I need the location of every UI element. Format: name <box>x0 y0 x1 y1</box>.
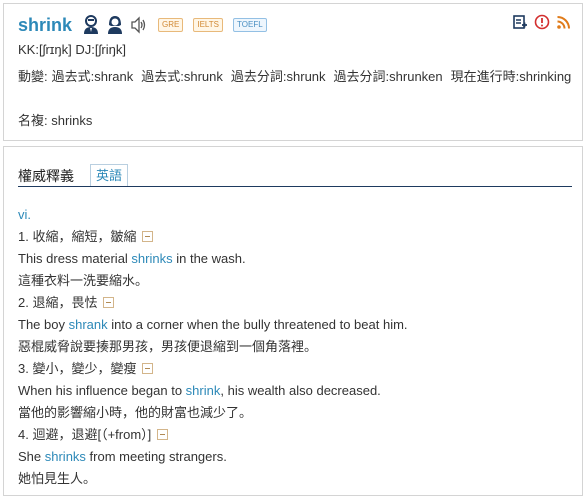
wordbook-add-icon[interactable] <box>512 14 528 33</box>
example-keyword: shrink <box>185 383 221 398</box>
collapse-icon[interactable] <box>142 231 154 243</box>
example-translation: 她怕見生人。 <box>18 471 97 486</box>
sense-heading-text: 1. 收縮，縮短，皺縮 <box>18 229 137 244</box>
verb-form-item: 過去式:shrank <box>51 69 134 84</box>
authoritative-definition-title: 權威釋義 <box>18 168 74 184</box>
example-keyword: shrank <box>68 317 108 332</box>
sense-heading-text: 4. 迴避，退避[（+from）] <box>18 427 152 442</box>
verb-form-item: 過去分詞:shrunk <box>230 69 326 84</box>
speaker-icon[interactable] <box>130 16 148 34</box>
sense-heading-text: 3. 變小，變少，變瘦 <box>18 361 137 376</box>
example-translation: 這種衣料一洗要縮水。 <box>18 273 149 288</box>
verb-forms-label: 動變: <box>18 69 48 84</box>
female-voice-icon[interactable] <box>106 15 124 35</box>
example-sentence: When his influence began to shrink, his … <box>18 380 572 402</box>
part-of-speech: vi. <box>18 207 31 222</box>
alert-icon[interactable] <box>534 14 550 33</box>
example-translation: 當他的影響縮小時，他的財富也減少了。 <box>18 405 253 420</box>
kk-phonetic: KK:[ʃrɪŋk] <box>18 42 72 57</box>
definition-tabs: 權威釋義 英語 <box>18 164 572 187</box>
headword-row: shrink GRE IELTS TOEFL <box>18 12 277 38</box>
pronunciation: KK:[ʃrɪŋk] DJ:[ʃriŋk] <box>18 42 126 57</box>
sense-heading: 4. 迴避，退避[（+from）] <box>18 424 572 446</box>
example-text: in the wash. <box>172 251 246 266</box>
tag-gre: GRE <box>158 18 184 32</box>
male-voice-icon[interactable] <box>82 15 100 35</box>
example-text: She <box>18 449 45 464</box>
example-sentence: The boy shrank into a corner when the bu… <box>18 314 572 336</box>
sense-heading: 2. 退縮，畏怯 <box>18 292 572 314</box>
collapse-icon[interactable] <box>103 297 115 309</box>
verb-form-item: 過去式:shrunk <box>141 69 223 84</box>
sense-heading: 1. 收縮，縮短，皺縮 <box>18 226 572 248</box>
verb-form-item: 現在進行時:shrinking <box>450 69 572 84</box>
example-keyword: shrinks <box>44 449 86 464</box>
dj-phonetic: DJ:[ʃriŋk] <box>75 42 126 57</box>
tag-ielts: IELTS <box>193 18 224 32</box>
sense-heading: 3. 變小，變少，變瘦 <box>18 358 572 380</box>
headword: shrink <box>18 14 73 35</box>
example-text: The boy <box>18 317 69 332</box>
tab-english[interactable]: 英語 <box>90 164 129 186</box>
verb-form-item: 過去分詞:shrunken <box>333 69 443 84</box>
example-text: , his wealth also decreased. <box>220 383 381 398</box>
example-text: This dress material <box>18 251 132 266</box>
collapse-icon[interactable] <box>142 363 154 375</box>
verb-forms: 動變: 過去式:shrank 過去式:shrunk 過去分詞:shrunk 過去分詞:s… <box>18 66 579 85</box>
example-translation: 惡棍威脅說要揍那男孩，男孩便退縮到一個角落裡。 <box>18 339 318 354</box>
collapse-icon[interactable] <box>157 429 169 441</box>
tag-toefl: TOEFL <box>233 18 267 32</box>
rss-icon[interactable] <box>556 15 571 33</box>
example-text: from meeting strangers. <box>85 449 227 464</box>
definition-list: vi. 1. 收縮，縮短，皺縮 This dress material shri… <box>18 204 572 490</box>
sense-heading-text: 2. 退縮，畏怯 <box>18 295 98 310</box>
example-text: When his influence began to <box>18 383 186 398</box>
example-sentence: This dress material shrinks in the wash. <box>18 248 572 270</box>
plural-form: 名複: shrinks <box>18 113 93 128</box>
example-text: into a corner when the bully threatened … <box>107 317 408 332</box>
example-sentence: She shrinks from meeting strangers. <box>18 446 572 468</box>
example-keyword: shrinks <box>131 251 173 266</box>
header-actions <box>506 14 571 33</box>
